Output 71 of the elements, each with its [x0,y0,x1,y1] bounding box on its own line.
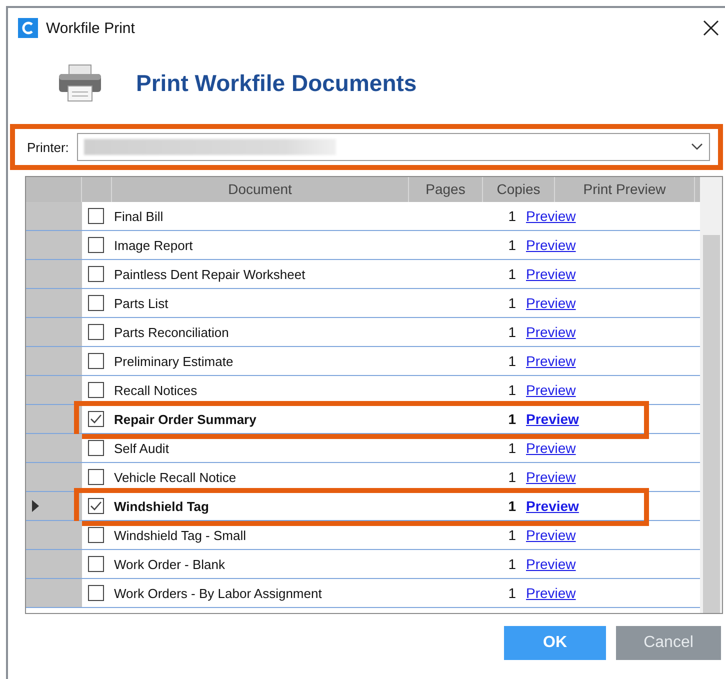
copies-count: 1 [507,208,517,224]
document-name: Windshield Tag - Small [114,528,247,542]
preview-link[interactable]: Preview [526,527,576,543]
preview-link[interactable]: Preview [526,440,576,456]
checkbox[interactable] [88,266,104,282]
scrollbar[interactable] [700,177,722,613]
chevron-down-icon [691,143,703,151]
copies-count: 1 [507,585,517,601]
window-title: Workfile Print [46,20,136,36]
document-name: Vehicle Recall Notice [114,470,238,484]
checkbox[interactable] [88,382,104,398]
checkbox[interactable] [88,527,104,543]
preview-link[interactable]: Preview [526,266,576,282]
document-name: Windshield Tag [114,498,210,514]
column-header[interactable]: Document [112,177,409,202]
preview-link[interactable]: Preview [526,295,576,311]
copies-count: 1 [507,411,517,427]
preview-link[interactable]: Preview [526,411,579,427]
copies-count: 1 [507,498,517,514]
checkbox[interactable] [88,498,104,514]
document-name: Paintless Dent Repair Worksheet [114,266,306,282]
column-header[interactable]: Print Preview [555,177,695,202]
copies-count: 1 [507,469,517,485]
copies-count: 1 [507,324,517,340]
preview-link[interactable]: Preview [526,324,576,340]
copies-count: 1 [507,237,517,253]
column-header[interactable]: Pages [409,177,483,202]
copies-count: 1 [507,527,517,543]
copies-count: 1 [507,440,517,456]
row-header[interactable] [26,492,82,521]
document-name: Final Bill [114,208,164,224]
copies-count: 1 [507,382,517,398]
checkbox[interactable] [88,353,104,369]
preview-link[interactable]: Preview [526,469,576,485]
checkbox[interactable] [88,556,104,572]
preview-link[interactable]: Preview [526,208,576,224]
checkbox[interactable] [88,469,104,485]
document-name: Self Audit [114,440,170,456]
current-row-icon [32,500,39,512]
preview-link[interactable]: Preview [526,237,576,253]
checkbox[interactable] [88,440,104,456]
checkbox[interactable] [88,324,104,340]
checkbox[interactable] [88,295,104,311]
preview-link[interactable]: Preview [526,382,576,398]
copies-count: 1 [507,556,517,572]
app-logo-icon [18,18,38,38]
document-name: Recall Notices [114,382,198,398]
preview-link[interactable]: Preview [526,498,579,514]
dialog-heading: Print Workfile Documents [136,70,417,96]
printer-label: Printer: [27,140,69,154]
document-name: Work Order - Blank [114,556,226,572]
document-name: Parts Reconciliation [114,324,230,340]
printer-icon [58,64,102,102]
document-name: Parts List [114,296,170,310]
document-name: Repair Order Summary [114,412,258,426]
column-header[interactable]: Copies [483,177,555,202]
document-name: Work Orders - By Labor Assignment [114,586,323,600]
document-name: Preliminary Estimate [114,354,234,368]
copies-count: 1 [507,266,517,282]
checkbox[interactable] [88,411,104,427]
close-icon[interactable] [703,20,719,36]
document-name: Image Report [114,238,194,252]
checkbox[interactable] [88,208,104,224]
preview-link[interactable]: Preview [526,585,576,601]
preview-link[interactable]: Preview [526,353,576,369]
copies-count: 1 [507,353,517,369]
copies-count: 1 [507,295,517,311]
checkbox[interactable] [88,237,104,253]
printer-dropdown[interactable] [76,133,710,161]
checkbox[interactable] [88,585,104,601]
preview-link[interactable]: Preview [526,556,576,572]
